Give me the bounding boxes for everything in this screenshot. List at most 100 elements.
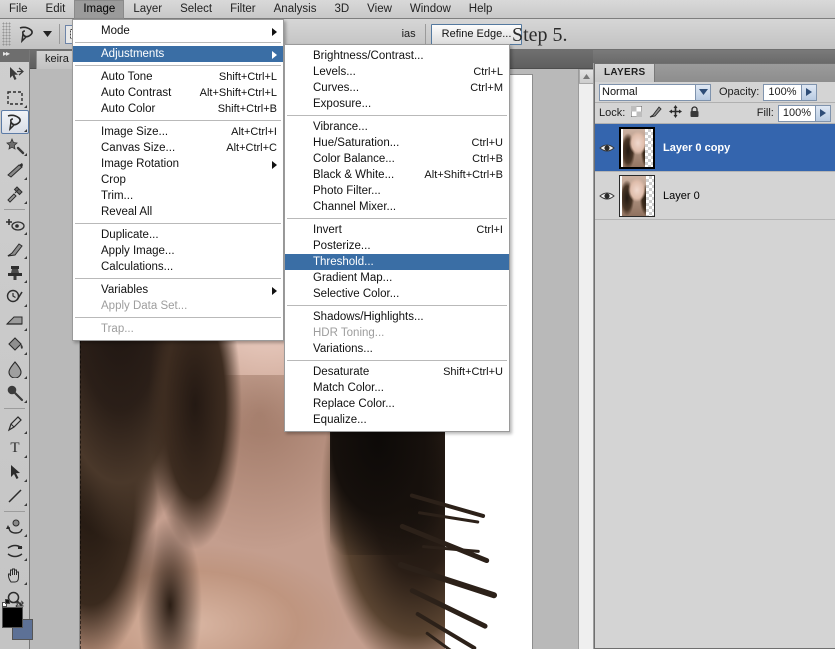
- layer-visibility-toggle[interactable]: [595, 190, 619, 202]
- clone-stamp-tool[interactable]: [1, 261, 29, 285]
- menu-item-adjustments[interactable]: Adjustments: [73, 46, 283, 62]
- menu-layer[interactable]: Layer: [124, 0, 171, 19]
- menu-file[interactable]: File: [0, 0, 37, 19]
- menu-item-auto-tone[interactable]: Auto Tone Shift+Ctrl+L: [73, 69, 283, 85]
- path-selection-tool[interactable]: [1, 460, 29, 484]
- lock-transparent-pixels-icon[interactable]: [630, 105, 643, 120]
- layer-thumbnail[interactable]: [619, 126, 655, 169]
- menu-item-curves[interactable]: Curves... Ctrl+M: [285, 80, 509, 96]
- tool-preset-chevron-down-icon[interactable]: [40, 22, 54, 46]
- layer-visibility-toggle[interactable]: [595, 142, 619, 154]
- menu-window[interactable]: Window: [401, 0, 460, 19]
- menu-item-threshold[interactable]: Threshold...: [285, 254, 509, 270]
- lock-image-pixels-icon[interactable]: [649, 105, 662, 121]
- refine-edge-button[interactable]: Refine Edge...: [430, 23, 523, 45]
- lasso-tool-icon[interactable]: [14, 22, 40, 46]
- blend-mode-select[interactable]: Normal: [599, 83, 711, 101]
- layer-thumbnail[interactable]: [619, 174, 655, 217]
- spot-healing-brush-tool[interactable]: [1, 213, 29, 237]
- menu-analysis[interactable]: Analysis: [265, 0, 326, 19]
- menu-item-image-size[interactable]: Image Size... Alt+Ctrl+I: [73, 124, 283, 140]
- brush-tool[interactable]: [1, 237, 29, 261]
- menu-item-duplicate[interactable]: Duplicate...: [73, 227, 283, 243]
- rectangular-marquee-tool[interactable]: [1, 86, 29, 110]
- menu-edit[interactable]: Edit: [37, 0, 75, 19]
- menu-item-image-rotation[interactable]: Image Rotation: [73, 156, 283, 172]
- menu-item-apply-image[interactable]: Apply Image...: [73, 243, 283, 259]
- menu-item-crop[interactable]: Crop: [73, 172, 283, 188]
- menu-item-auto-color[interactable]: Auto Color Shift+Ctrl+B: [73, 101, 283, 117]
- line-tool[interactable]: [1, 484, 29, 508]
- paint-bucket-tool[interactable]: [1, 333, 29, 357]
- menu-image[interactable]: Image: [74, 0, 125, 19]
- lock-position-icon[interactable]: [669, 105, 683, 121]
- menu-filter[interactable]: Filter: [221, 0, 265, 19]
- dodge-tool[interactable]: [1, 381, 29, 405]
- menu-view[interactable]: View: [358, 0, 401, 19]
- menu-item-mode[interactable]: Mode: [73, 23, 283, 39]
- menu-item-photo-filter[interactable]: Photo Filter...: [285, 183, 509, 199]
- eraser-tool[interactable]: [1, 309, 29, 333]
- menu-item-desaturate[interactable]: Desaturate Shift+Ctrl+U: [285, 364, 509, 380]
- lasso-tool[interactable]: [1, 110, 29, 134]
- move-tool[interactable]: [1, 62, 29, 86]
- 3d-rotate-tool[interactable]: [1, 515, 29, 539]
- adjustments-submenu[interactable]: Brightness/Contrast... Levels... Ctrl+L Cur…: [284, 44, 510, 432]
- lock-all-icon[interactable]: [689, 105, 700, 121]
- fill-value[interactable]: 100%: [779, 107, 815, 119]
- menu-item-canvas-size[interactable]: Canvas Size... Alt+Ctrl+C: [73, 140, 283, 156]
- menu-item-vibrance[interactable]: Vibrance...: [285, 119, 509, 135]
- menu-item-equalize[interactable]: Equalize...: [285, 412, 509, 428]
- canvas-vertical-scrollbar[interactable]: [578, 69, 593, 649]
- layer-name[interactable]: Layer 0: [663, 190, 700, 202]
- menu-3d[interactable]: 3D: [325, 0, 358, 19]
- menu-item-variations[interactable]: Variations...: [285, 341, 509, 357]
- scroll-up-arrow-icon[interactable]: [579, 69, 593, 84]
- layer-row-1[interactable]: Layer 0: [595, 172, 835, 220]
- menu-item-invert[interactable]: Invert Ctrl+I: [285, 222, 509, 238]
- menu-item-shadows-highlights[interactable]: Shadows/Highlights...: [285, 309, 509, 325]
- foreground-color-swatch[interactable]: [2, 607, 23, 628]
- menu-item-reveal-all[interactable]: Reveal All: [73, 204, 283, 220]
- opacity-value[interactable]: 100%: [764, 86, 800, 98]
- opacity-field[interactable]: 100%: [763, 83, 817, 101]
- menu-item-posterize[interactable]: Posterize...: [285, 238, 509, 254]
- opacity-slider-chevron-icon[interactable]: [800, 84, 816, 100]
- blur-tool[interactable]: [1, 357, 29, 381]
- history-brush-tool[interactable]: [1, 285, 29, 309]
- pen-tool[interactable]: [1, 412, 29, 436]
- crop-tool[interactable]: [1, 158, 29, 182]
- fill-field[interactable]: 100%: [777, 104, 831, 122]
- menu-item-selective-color[interactable]: Selective Color...: [285, 286, 509, 302]
- eyedropper-tool[interactable]: [1, 182, 29, 206]
- image-menu[interactable]: Mode Adjustments Auto Tone Shift+Ctrl+L Auto…: [72, 19, 284, 341]
- blend-mode-select-wrap[interactable]: Normal: [599, 83, 711, 101]
- menu-item-hue-saturation[interactable]: Hue/Saturation... Ctrl+U: [285, 135, 509, 151]
- dock-title-bar[interactable]: [593, 50, 835, 63]
- menu-item-exposure[interactable]: Exposure...: [285, 96, 509, 112]
- fill-slider-chevron-icon[interactable]: [815, 105, 830, 121]
- menu-item-trim[interactable]: Trim...: [73, 188, 283, 204]
- layer-row-0[interactable]: Layer 0 copy: [595, 124, 835, 172]
- menu-item-variables[interactable]: Variables: [73, 282, 283, 298]
- menu-item-calculations[interactable]: Calculations...: [73, 259, 283, 275]
- type-tool[interactable]: T: [1, 436, 29, 460]
- menu-select[interactable]: Select: [171, 0, 221, 19]
- menu-item-match-color[interactable]: Match Color...: [285, 380, 509, 396]
- options-bar-grip[interactable]: [2, 22, 11, 46]
- menu-item-levels[interactable]: Levels... Ctrl+L: [285, 64, 509, 80]
- menu-item-gradient-map[interactable]: Gradient Map...: [285, 270, 509, 286]
- 3d-orbit-tool[interactable]: [1, 539, 29, 563]
- menu-item-color-balance[interactable]: Color Balance... Ctrl+B: [285, 151, 509, 167]
- menu-item-auto-contrast[interactable]: Auto Contrast Alt+Shift+Ctrl+L: [73, 85, 283, 101]
- tools-panel-collapse-button[interactable]: [0, 49, 29, 62]
- magic-wand-tool[interactable]: [1, 134, 29, 158]
- tab-layers[interactable]: LAYERS: [595, 64, 656, 82]
- menu-item-brightness-contrast[interactable]: Brightness/Contrast...: [285, 48, 509, 64]
- layer-name[interactable]: Layer 0 copy: [663, 142, 730, 154]
- menu-item-black-white[interactable]: Black & White... Alt+Shift+Ctrl+B: [285, 167, 509, 183]
- menu-item-replace-color[interactable]: Replace Color...: [285, 396, 509, 412]
- menu-item-channel-mixer[interactable]: Channel Mixer...: [285, 199, 509, 215]
- menu-help[interactable]: Help: [460, 0, 502, 19]
- hand-tool[interactable]: [1, 563, 29, 587]
